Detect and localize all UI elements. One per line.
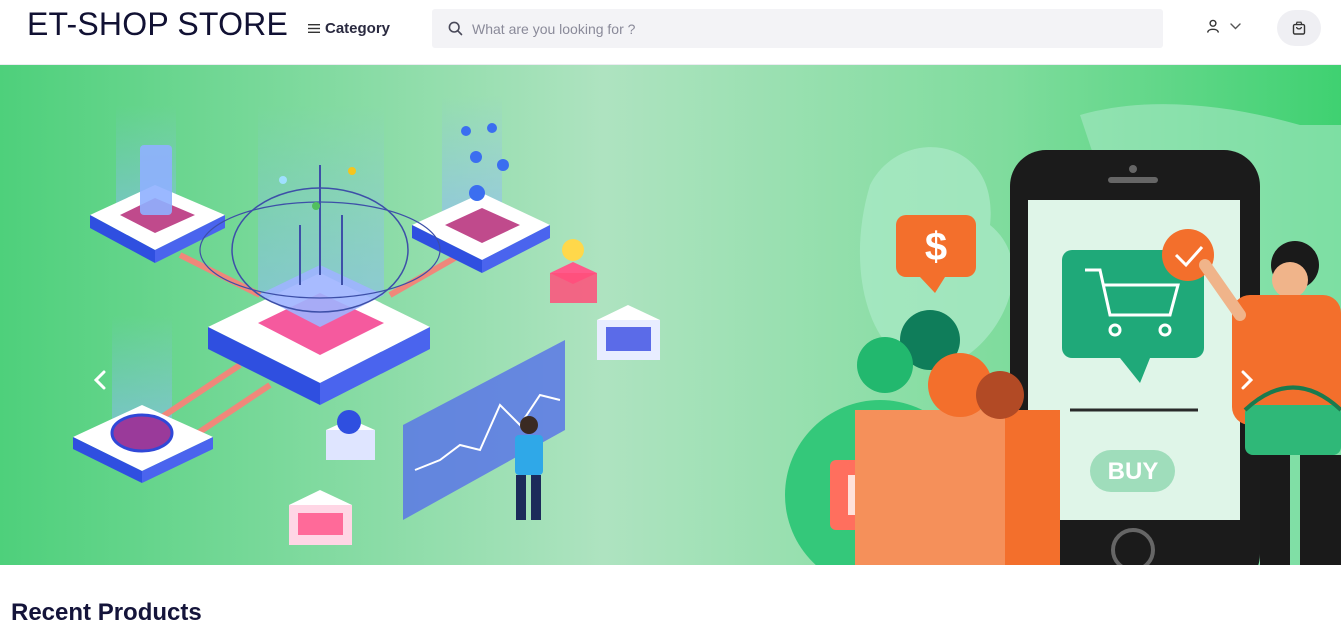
search-bar	[432, 9, 1163, 48]
cart-button[interactable]	[1277, 10, 1321, 46]
chevron-down-icon	[1230, 22, 1241, 29]
chevron-left-icon	[93, 370, 106, 390]
search-input[interactable]	[472, 20, 1112, 37]
hero-banner-image: $ BUY	[0, 65, 1341, 565]
category-label: Category	[325, 19, 391, 37]
category-menu-button[interactable]: Category	[308, 17, 390, 39]
store-logo[interactable]: ET-SHOP STORE	[27, 5, 288, 43]
carousel-next-button[interactable]	[1235, 365, 1259, 395]
carousel-prev-button[interactable]	[88, 365, 112, 395]
user-icon	[1207, 19, 1219, 33]
shopping-bag-icon	[1292, 21, 1306, 35]
chevron-right-icon	[1241, 370, 1254, 390]
dollar-badge: $	[925, 225, 947, 269]
hero-banner-carousel[interactable]: $ BUY	[0, 65, 1341, 565]
menu-icon	[308, 23, 320, 33]
account-menu[interactable]	[1206, 19, 1241, 33]
section-title-recent-products: Recent Products	[11, 599, 202, 624]
search-icon[interactable]	[448, 21, 463, 36]
site-header: ET-SHOP STORE Category	[0, 0, 1341, 65]
buy-label: BUY	[1108, 458, 1159, 485]
